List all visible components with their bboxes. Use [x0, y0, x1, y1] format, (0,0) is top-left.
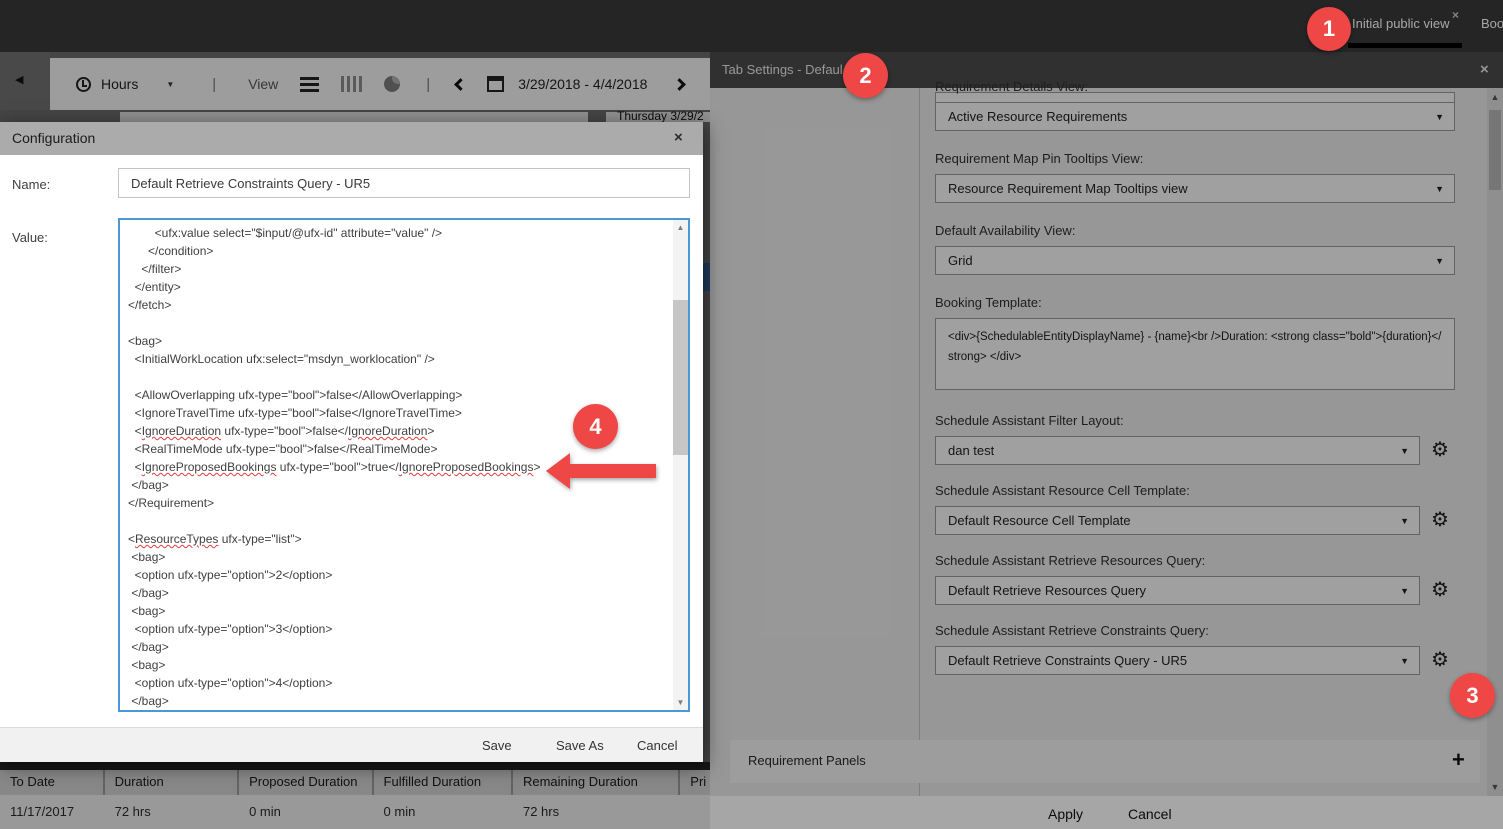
annotation-badge-3: 3 — [1450, 673, 1495, 718]
save-button[interactable]: Save — [482, 738, 512, 753]
annotation-badge-4: 4 — [573, 404, 618, 449]
configuration-dialog-title: Configuration — [12, 130, 95, 146]
value-label: Value: — [12, 230, 48, 245]
scrollbar-thumb[interactable] — [673, 300, 688, 455]
save-as-button[interactable]: Save As — [556, 738, 604, 753]
name-label: Name: — [12, 177, 50, 192]
configuration-dialog-header: Configuration × — [0, 122, 703, 155]
cancel-button[interactable]: Cancel — [637, 738, 677, 753]
name-input[interactable]: Default Retrieve Constraints Query - UR5 — [118, 168, 690, 198]
annotation-arrow — [540, 448, 662, 494]
configuration-dialog-footer: Save Save As Cancel — [0, 727, 703, 762]
annotation-badge-1: 1 — [1307, 7, 1351, 51]
value-scrollbar[interactable]: ▲ ▼ — [673, 220, 688, 710]
app-root: Initial public view × Boo ◀ Hours ▼ | Vi… — [0, 0, 1503, 829]
annotation-badge-2: 2 — [843, 53, 888, 98]
scroll-up-icon[interactable]: ▲ — [673, 223, 688, 232]
scroll-down-icon[interactable]: ▼ — [673, 698, 688, 707]
close-icon[interactable]: × — [674, 129, 683, 146]
